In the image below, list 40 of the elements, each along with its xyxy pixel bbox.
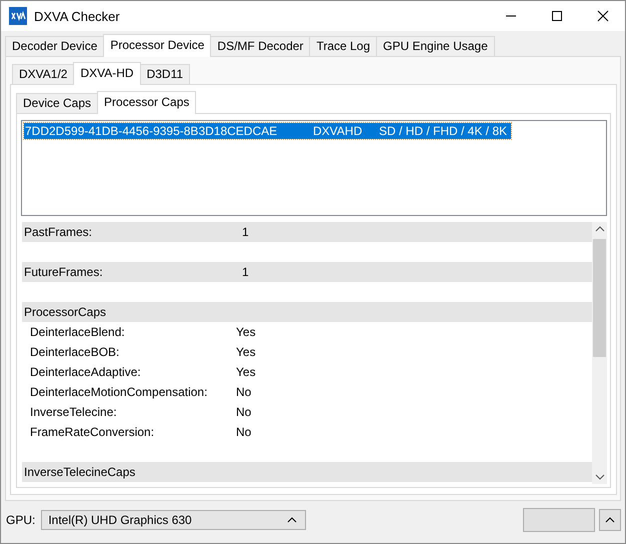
property-name: DeinterlaceMotionCompensation: [29, 385, 208, 399]
property-name: FrameRateConversion: [29, 425, 156, 439]
property-name: InverseTelecineCaps [23, 465, 136, 479]
scrollbar[interactable] [592, 222, 607, 484]
property-name: DeinterlaceBlend: [29, 325, 126, 339]
property-value: Yes [236, 325, 256, 339]
close-icon[interactable] [597, 10, 609, 22]
property-name: InverseTelecine: [29, 405, 118, 419]
tab[interactable]: D3D11 [140, 64, 190, 84]
property-value: No [236, 425, 252, 439]
property-value: No [236, 405, 252, 419]
processor-list-item[interactable]: 7DD2D599-41DB-4456-9395-8B3D18CEDCAE DXVAHD SD / HD / FHD / 4K / 8K [24, 123, 512, 139]
property-name: PastFrames: [23, 225, 94, 239]
property-name: ProcessorCaps [23, 305, 108, 319]
scrollbar-thumb[interactable] [593, 239, 606, 357]
tab[interactable]: GPU Engine Usage [376, 36, 495, 56]
property-value: 1 [242, 265, 249, 279]
gpu-dropdown[interactable]: Intel(R) UHD Graphics 630 [41, 510, 306, 530]
property-name: DeinterlaceBOB: [29, 345, 120, 359]
property-name: DeinterlaceAdaptive: [29, 365, 142, 379]
tab[interactable]: Processor Caps [97, 91, 196, 114]
property-value: No [236, 385, 252, 399]
expand-button[interactable] [599, 509, 621, 531]
property-value: Yes [236, 365, 256, 379]
tab[interactable]: DXVA1/2 [12, 64, 74, 84]
property-value: Yes [236, 345, 256, 359]
tab[interactable]: DXVA-HD [73, 62, 141, 85]
tab[interactable]: Decoder Device [5, 36, 104, 56]
app-logo-icon [9, 7, 27, 25]
maximize-icon[interactable] [551, 10, 563, 22]
tab[interactable]: Processor Device [103, 34, 212, 57]
gpu-label: GPU: [6, 513, 36, 527]
property-name: FutureFrames: [23, 265, 104, 279]
property-value: 1 [242, 225, 249, 239]
tab[interactable]: Device Caps [16, 93, 98, 113]
scroll-up-icon[interactable] [594, 225, 604, 233]
caret-icon [605, 517, 615, 523]
caret-icon [287, 517, 298, 523]
scroll-down-icon[interactable] [594, 473, 604, 481]
window-title: DXVA Checker [34, 8, 120, 24]
